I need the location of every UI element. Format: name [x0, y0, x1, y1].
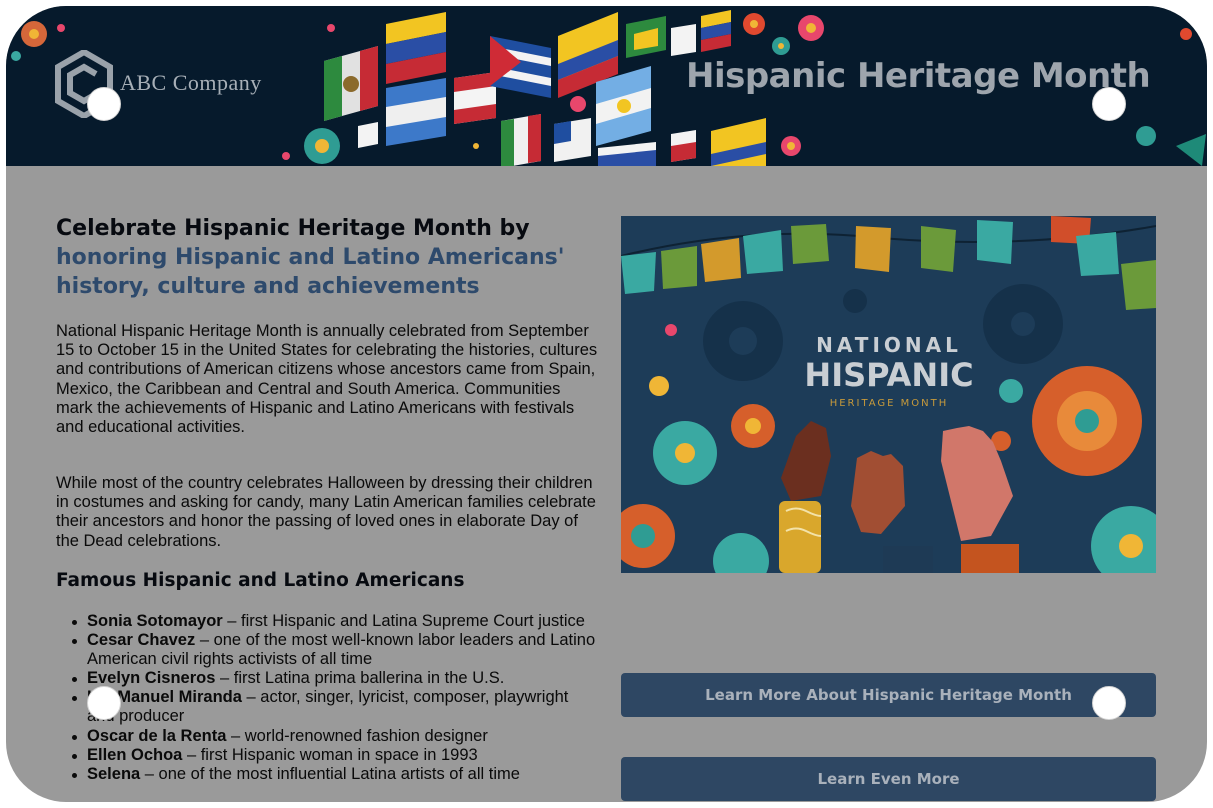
- person-name: Ellen Ochoa: [87, 745, 183, 764]
- person-name: Cesar Chavez: [87, 631, 196, 650]
- person-desc: – first Latina prima ballerina in the U.…: [215, 669, 505, 688]
- person-name: Selena: [87, 764, 141, 783]
- list-item: Oscar de la Renta – world-renowned fashi…: [56, 727, 596, 746]
- list-item: Lin-Manuel Miranda – actor, singer, lyri…: [56, 688, 596, 726]
- svg-text:HERITAGE MONTH: HERITAGE MONTH: [830, 398, 949, 409]
- famous-people-list: Sonia Sotomayor – first Hispanic and Lat…: [56, 612, 596, 784]
- person-desc: – first Hispanic and Latina Supreme Cour…: [222, 612, 585, 630]
- svg-text:NATIONAL: NATIONAL: [816, 333, 962, 357]
- list-item: Ellen Ochoa – first Hispanic woman in sp…: [56, 746, 596, 765]
- person-name: Oscar de la Renta: [87, 726, 227, 745]
- day-of-dead-paragraph: While most of the country celebrates Hal…: [56, 474, 596, 550]
- marker-dot: [1092, 87, 1126, 121]
- svg-text:HISPANIC: HISPANIC: [804, 356, 973, 394]
- list-item: Evelyn Cisneros – first Latina prima bal…: [56, 669, 596, 688]
- learn-more-button[interactable]: Learn More About Hispanic Heritage Month: [621, 673, 1156, 717]
- list-item: Sonia Sotomayor – first Hispanic and Lat…: [56, 612, 596, 631]
- list-item: Selena – one of the most influential Lat…: [56, 765, 596, 784]
- company-logo-text: ABC Company: [120, 70, 262, 95]
- person-name: Evelyn Cisneros: [87, 669, 216, 688]
- person-desc: – world-renowned fashion designer: [226, 726, 488, 745]
- person-name: Sonia Sotomayor: [87, 612, 223, 630]
- list-item: Cesar Chavez – one of the most well-know…: [56, 631, 596, 669]
- page-heading: Celebrate Hispanic Heritage Month by: [56, 216, 530, 241]
- hero-image: NATIONAL HISPANIC HERITAGE MONTH: [621, 216, 1156, 573]
- header-banner: ABC Company Hispanic Heritage Month: [6, 6, 1207, 166]
- banner-title: Hispanic Heritage Month: [686, 56, 1151, 96]
- page-subheading: honoring Hispanic and Latino Americans' …: [56, 245, 565, 299]
- heritage-illustration: NATIONAL HISPANIC HERITAGE MONTH: [621, 216, 1156, 573]
- marker-dot: [87, 686, 121, 720]
- person-desc: – first Hispanic woman in space in 1993: [182, 745, 478, 764]
- person-desc: – one of the most influential Latina art…: [140, 764, 520, 783]
- intro-paragraph: National Hispanic Heritage Month is annu…: [56, 322, 598, 437]
- marker-dot: [87, 87, 121, 121]
- marker-dot: [1092, 686, 1126, 720]
- learn-even-more-button[interactable]: Learn Even More: [621, 757, 1156, 801]
- famous-section-title: Famous Hispanic and Latino Americans: [56, 570, 465, 591]
- page-frame: ABC Company Hispanic Heritage Month Cele…: [6, 6, 1207, 802]
